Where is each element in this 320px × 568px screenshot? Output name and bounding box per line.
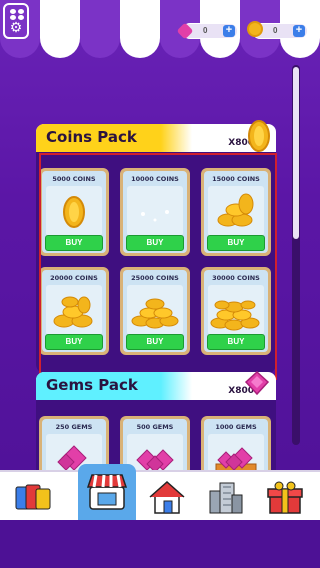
offer-label: 5000 COINS <box>52 175 96 183</box>
collection-icon <box>15 484 51 510</box>
offer-label: 30000 COINS <box>212 274 260 282</box>
coins-pack-title: Coins Pack <box>46 128 137 146</box>
home-icon <box>149 480 185 514</box>
shop-icon <box>86 474 128 510</box>
gems-pack-title: Gems Pack <box>46 376 138 394</box>
nav-footer <box>0 520 320 568</box>
coins-art <box>46 186 102 236</box>
settings-button[interactable]: ⚙ <box>3 3 29 39</box>
offer-label: 10000 COINS <box>131 175 179 183</box>
offer-label: 1000 GEMS <box>215 423 257 431</box>
coin-offer-card[interactable]: 25000 COINS BUY <box>120 267 190 355</box>
coin-offer-card[interactable]: 15000 COINS BUY <box>201 168 271 256</box>
scrollbar[interactable] <box>292 65 300 445</box>
add-gems-button[interactable]: + <box>223 25 235 37</box>
buy-button[interactable]: BUY <box>126 235 184 251</box>
coin-stack-icon <box>248 120 270 152</box>
coins-art <box>208 285 264 335</box>
add-coins-button[interactable]: + <box>293 25 305 37</box>
coin-offer-card[interactable]: 30000 COINS BUY <box>201 267 271 355</box>
coin-offer-card[interactable]: 10000 COINS BUY <box>120 168 190 256</box>
buy-button[interactable]: BUY <box>126 334 184 350</box>
buy-button[interactable]: BUY <box>207 334 265 350</box>
offer-label: 250 GEMS <box>55 423 93 431</box>
offer-label: 15000 COINS <box>212 175 260 183</box>
gift-icon <box>267 481 303 514</box>
offer-label: 20000 COINS <box>50 274 98 282</box>
coins-art <box>127 186 183 236</box>
buy-button[interactable]: BUY <box>207 235 265 251</box>
gems-pack-header: Gems Pack X800 <box>36 370 276 400</box>
buy-button[interactable]: BUY <box>45 334 103 350</box>
coins-art <box>46 285 102 335</box>
gear-icon: ⚙ <box>9 19 23 35</box>
coin-icon <box>247 21 263 37</box>
city-icon <box>209 482 243 514</box>
coin-offer-card[interactable]: 5000 COINS BUY <box>39 168 109 256</box>
offer-label: 500 GEMS <box>136 423 174 431</box>
tab-shop[interactable] <box>78 464 136 522</box>
coins-art <box>208 186 264 236</box>
tab-collection[interactable] <box>4 472 62 522</box>
gems-value: 0 <box>203 26 208 35</box>
tab-gift[interactable] <box>256 472 314 522</box>
coins-art <box>127 285 183 335</box>
buy-button[interactable]: BUY <box>45 235 103 251</box>
tab-home[interactable] <box>138 472 196 522</box>
tab-city[interactable] <box>196 472 254 522</box>
scrollbar-thumb[interactable] <box>293 67 299 239</box>
gem-stack-icon <box>244 370 270 396</box>
coins-value: 0 <box>273 26 278 35</box>
gems-counter: 0 + <box>176 22 238 40</box>
coins-pack-header: Coins Pack X800 <box>36 120 276 152</box>
offer-label: 25000 COINS <box>131 274 179 282</box>
bottom-nav <box>0 464 320 522</box>
menu-dots-icon <box>10 9 24 21</box>
coins-counter: 0 + <box>247 21 308 39</box>
coin-offer-card[interactable]: 20000 COINS BUY <box>39 267 109 355</box>
